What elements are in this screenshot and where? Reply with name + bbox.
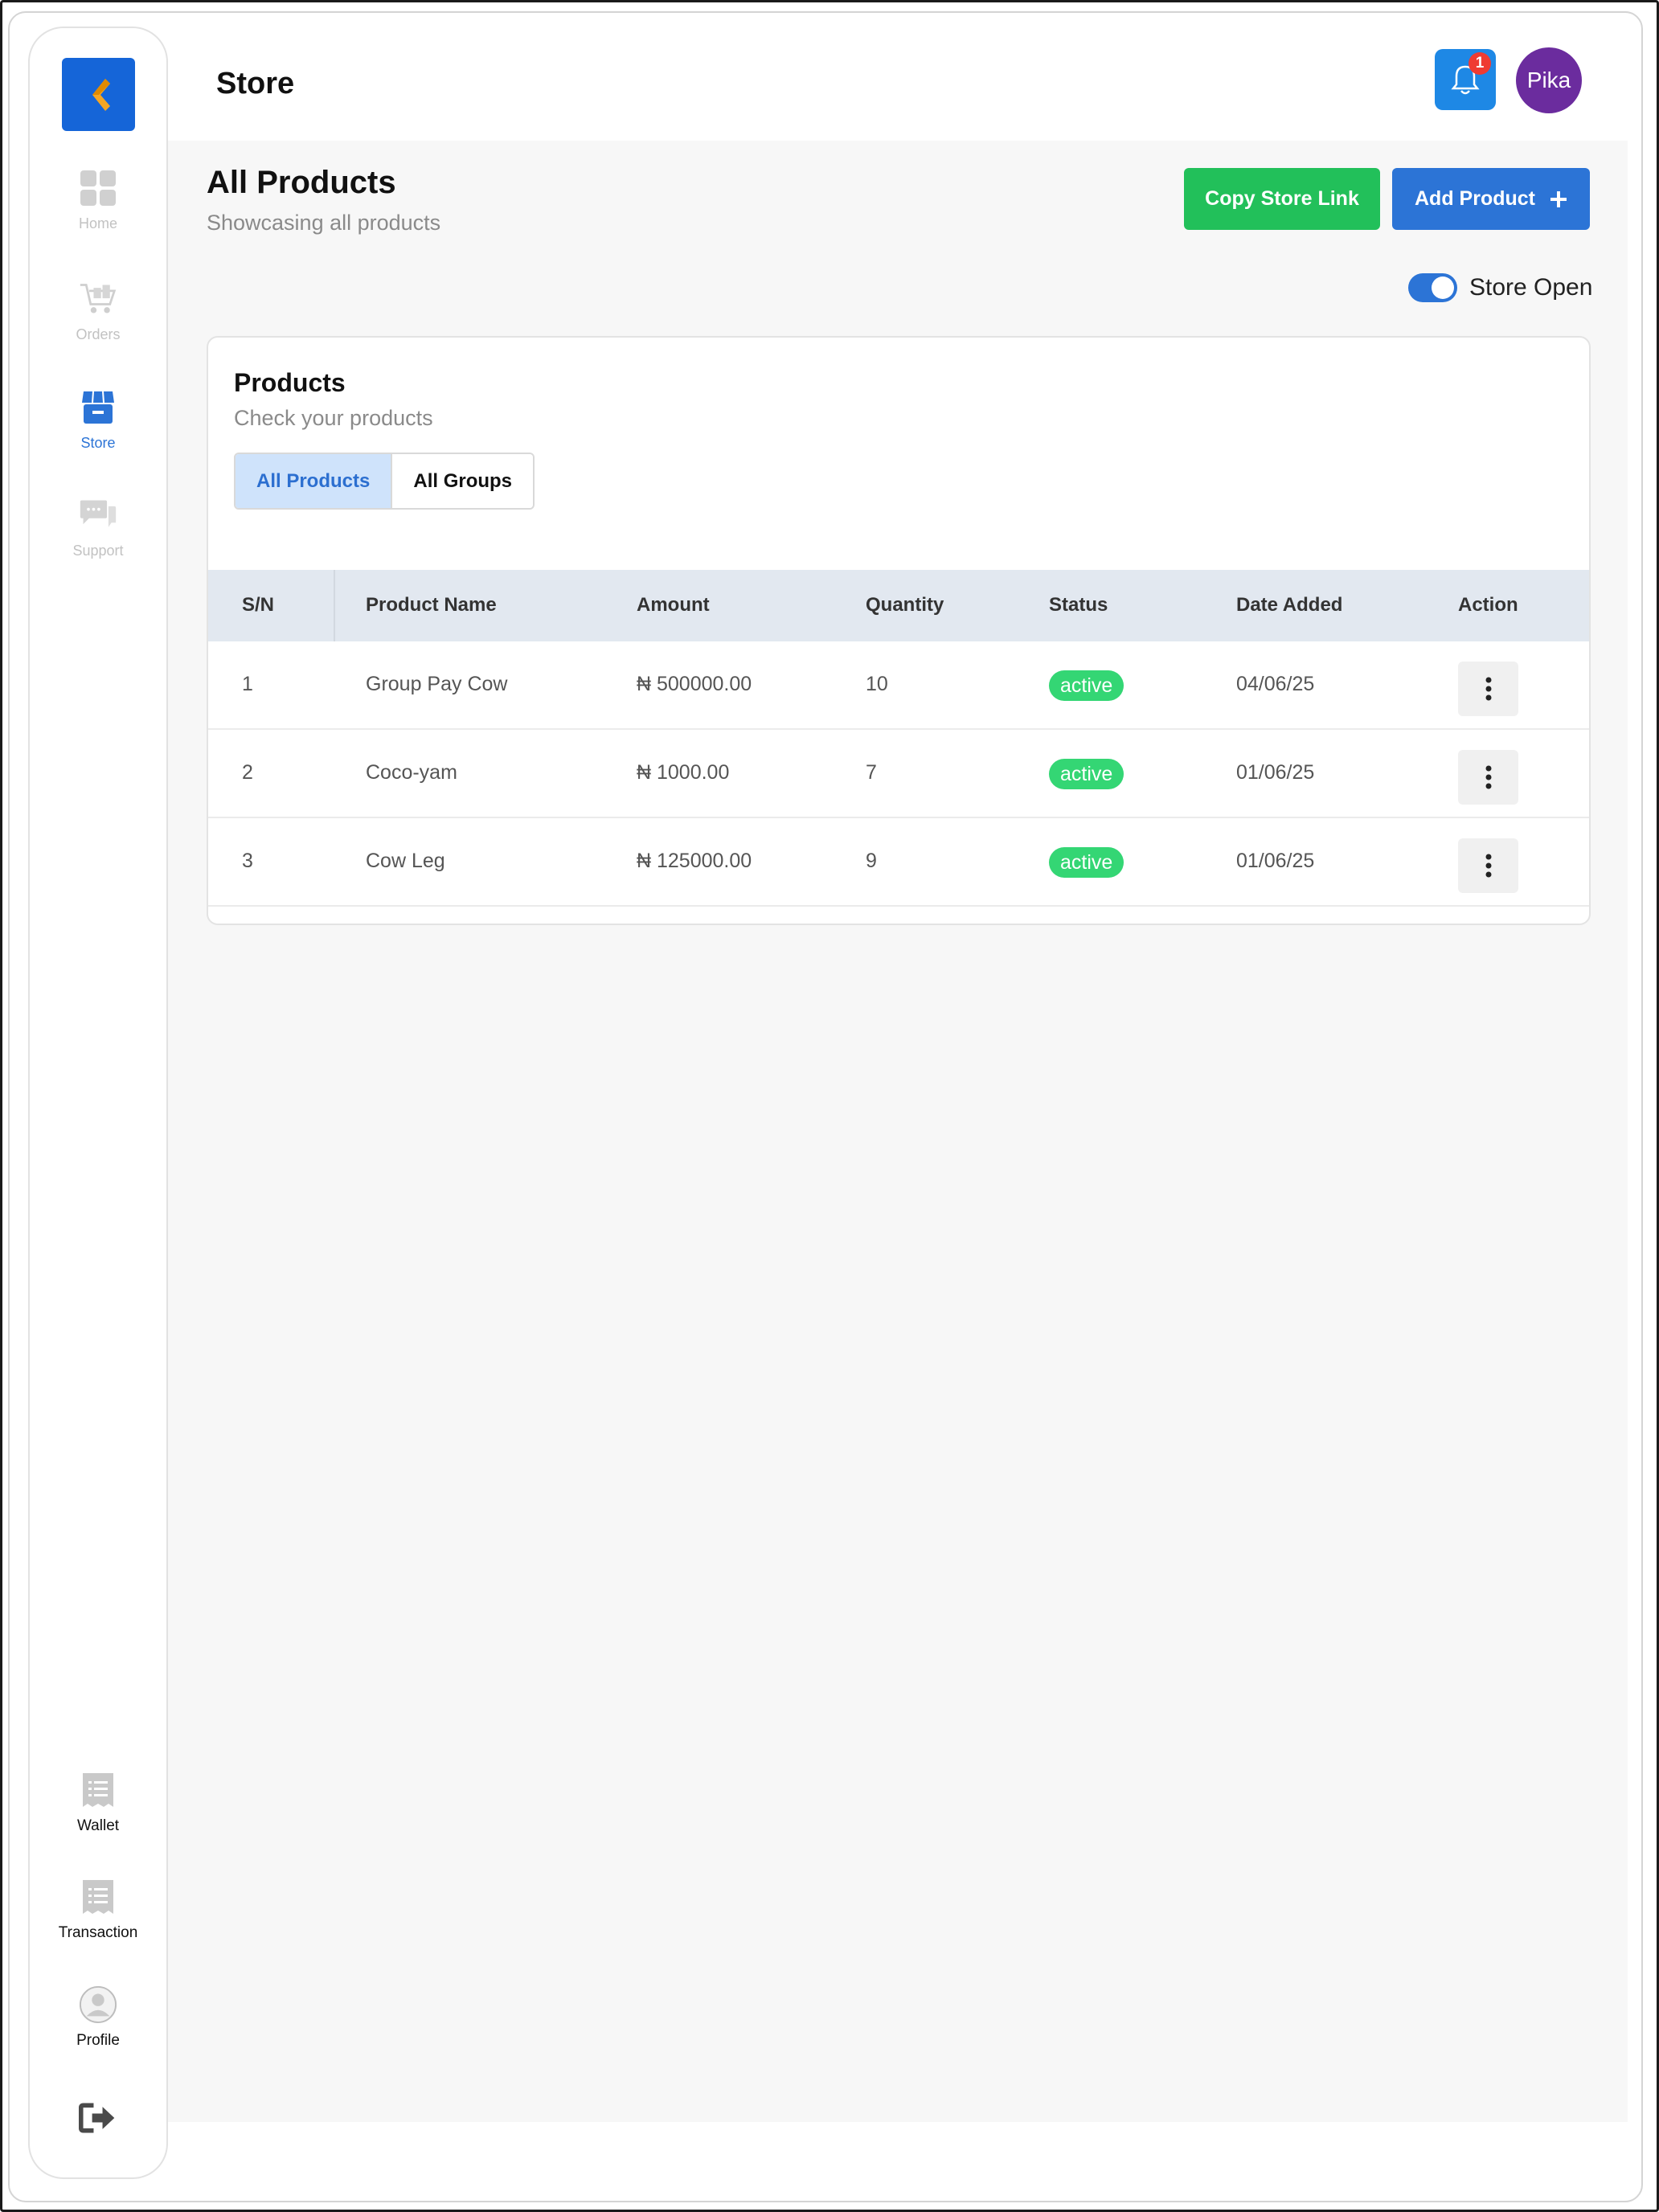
receipt-icon	[79, 1771, 117, 1809]
cell-amount: ₦ 125000.00	[637, 850, 752, 872]
tab-all-groups[interactable]: All Groups	[392, 454, 534, 508]
table-header: S/N Product Name Amount Quantity Status …	[208, 570, 1589, 641]
kebab-menu-icon	[1485, 677, 1491, 701]
app-logo[interactable]	[62, 58, 135, 131]
table-row[interactable]: 3 Cow Leg ₦ 125000.00 9 active 01/06/25	[208, 818, 1589, 907]
add-product-button[interactable]: Add Product	[1392, 168, 1590, 230]
kebab-menu-icon	[1485, 765, 1491, 789]
column-header-action: Action	[1458, 594, 1518, 616]
table-row[interactable]: 1 Group Pay Cow ₦ 500000.00 10 active 04…	[208, 641, 1589, 730]
grid-icon	[79, 169, 117, 207]
sidebar-item-label: Home	[78, 215, 117, 231]
cell-sn: 3	[242, 850, 253, 872]
logo-icon	[92, 78, 110, 111]
row-actions-button[interactable]	[1458, 662, 1518, 716]
logout-icon	[79, 2099, 117, 2137]
column-header-quantity: Quantity	[866, 594, 944, 616]
cell-date-added: 01/06/25	[1236, 850, 1315, 872]
top-bar: Store 1 Pika	[168, 27, 1628, 141]
status-badge: active	[1049, 670, 1124, 701]
sidebar-item-label: Wallet	[76, 1817, 120, 1834]
chat-icon	[79, 496, 117, 535]
avatar[interactable]: Pika	[1516, 47, 1582, 113]
column-header-status: Status	[1049, 594, 1108, 616]
page-title: Store	[216, 67, 295, 100]
sidebar-item-label: Support	[72, 543, 124, 559]
sidebar-item-label: Profile	[76, 2032, 120, 2049]
cell-date-added: 04/06/25	[1236, 673, 1315, 695]
sidebar-item-label: Store	[80, 435, 116, 451]
cell-date-added: 01/06/25	[1236, 761, 1315, 784]
table-row[interactable]: 2 Coco-yam ₦ 1000.00 7 active 01/06/25	[208, 730, 1589, 818]
store-open-label: Store Open	[1469, 274, 1593, 301]
notification-badge: 1	[1469, 52, 1491, 75]
cell-sn: 1	[242, 673, 253, 695]
notifications-button[interactable]: 1	[1435, 49, 1496, 110]
kebab-menu-icon	[1485, 854, 1491, 878]
column-header-product-name: Product Name	[366, 594, 497, 616]
cell-product-name: Coco-yam	[366, 761, 457, 784]
cell-quantity: 9	[866, 850, 877, 872]
sidebar-item-home[interactable]: Home	[30, 169, 166, 232]
sidebar-item-label: Transaction	[58, 1924, 138, 1941]
cart-icon	[79, 280, 117, 318]
plus-icon	[1550, 190, 1567, 207]
tab-all-products[interactable]: All Products	[236, 454, 393, 508]
cell-amount: ₦ 1000.00	[637, 761, 730, 784]
header-divider	[334, 570, 335, 641]
store-open-toggle[interactable]	[1408, 273, 1457, 302]
sidebar: Home Orders Store Support Wallet Transac…	[28, 27, 168, 2179]
receipt-icon	[79, 1878, 117, 1916]
sidebar-item-orders[interactable]: Orders	[30, 280, 166, 343]
row-actions-button[interactable]	[1458, 750, 1518, 805]
copy-store-link-label: Copy Store Link	[1205, 187, 1359, 210]
main-content: All Products Showcasing all products Cop…	[168, 141, 1628, 2122]
status-badge: active	[1049, 759, 1124, 789]
cell-quantity: 7	[866, 761, 877, 784]
sidebar-item-support[interactable]: Support	[30, 496, 166, 559]
cell-amount: ₦ 500000.00	[637, 673, 752, 695]
sidebar-item-wallet[interactable]: Wallet	[30, 1771, 166, 1835]
status-badge: active	[1049, 847, 1124, 878]
sidebar-item-transaction[interactable]: Transaction	[30, 1878, 166, 1942]
add-product-label: Add Product	[1415, 187, 1535, 210]
store-icon	[79, 388, 117, 427]
column-header-sn: S/N	[242, 594, 275, 616]
column-header-date-added: Date Added	[1236, 594, 1343, 616]
products-table: S/N Product Name Amount Quantity Status …	[208, 570, 1589, 907]
toggle-knob	[1432, 276, 1454, 299]
cell-sn: 2	[242, 761, 253, 784]
section-subtitle: Showcasing all products	[207, 211, 441, 235]
card-title: Products	[234, 368, 346, 397]
sidebar-item-label: Orders	[76, 326, 121, 342]
column-header-amount: Amount	[637, 594, 710, 616]
sidebar-item-store[interactable]: Store	[30, 388, 166, 452]
cell-product-name: Cow Leg	[366, 850, 445, 872]
logout-button[interactable]	[30, 2099, 166, 2137]
user-icon	[79, 1985, 117, 2024]
card-subtitle: Check your products	[234, 406, 433, 430]
cell-quantity: 10	[866, 673, 888, 695]
sidebar-item-profile[interactable]: Profile	[30, 1985, 166, 2050]
section-title: All Products	[207, 165, 396, 200]
cell-product-name: Group Pay Cow	[366, 673, 508, 695]
product-tabs: All Products All Groups	[234, 453, 535, 510]
row-actions-button[interactable]	[1458, 838, 1518, 893]
products-card: Products Check your products All Product…	[207, 336, 1591, 925]
copy-store-link-button[interactable]: Copy Store Link	[1184, 168, 1380, 230]
